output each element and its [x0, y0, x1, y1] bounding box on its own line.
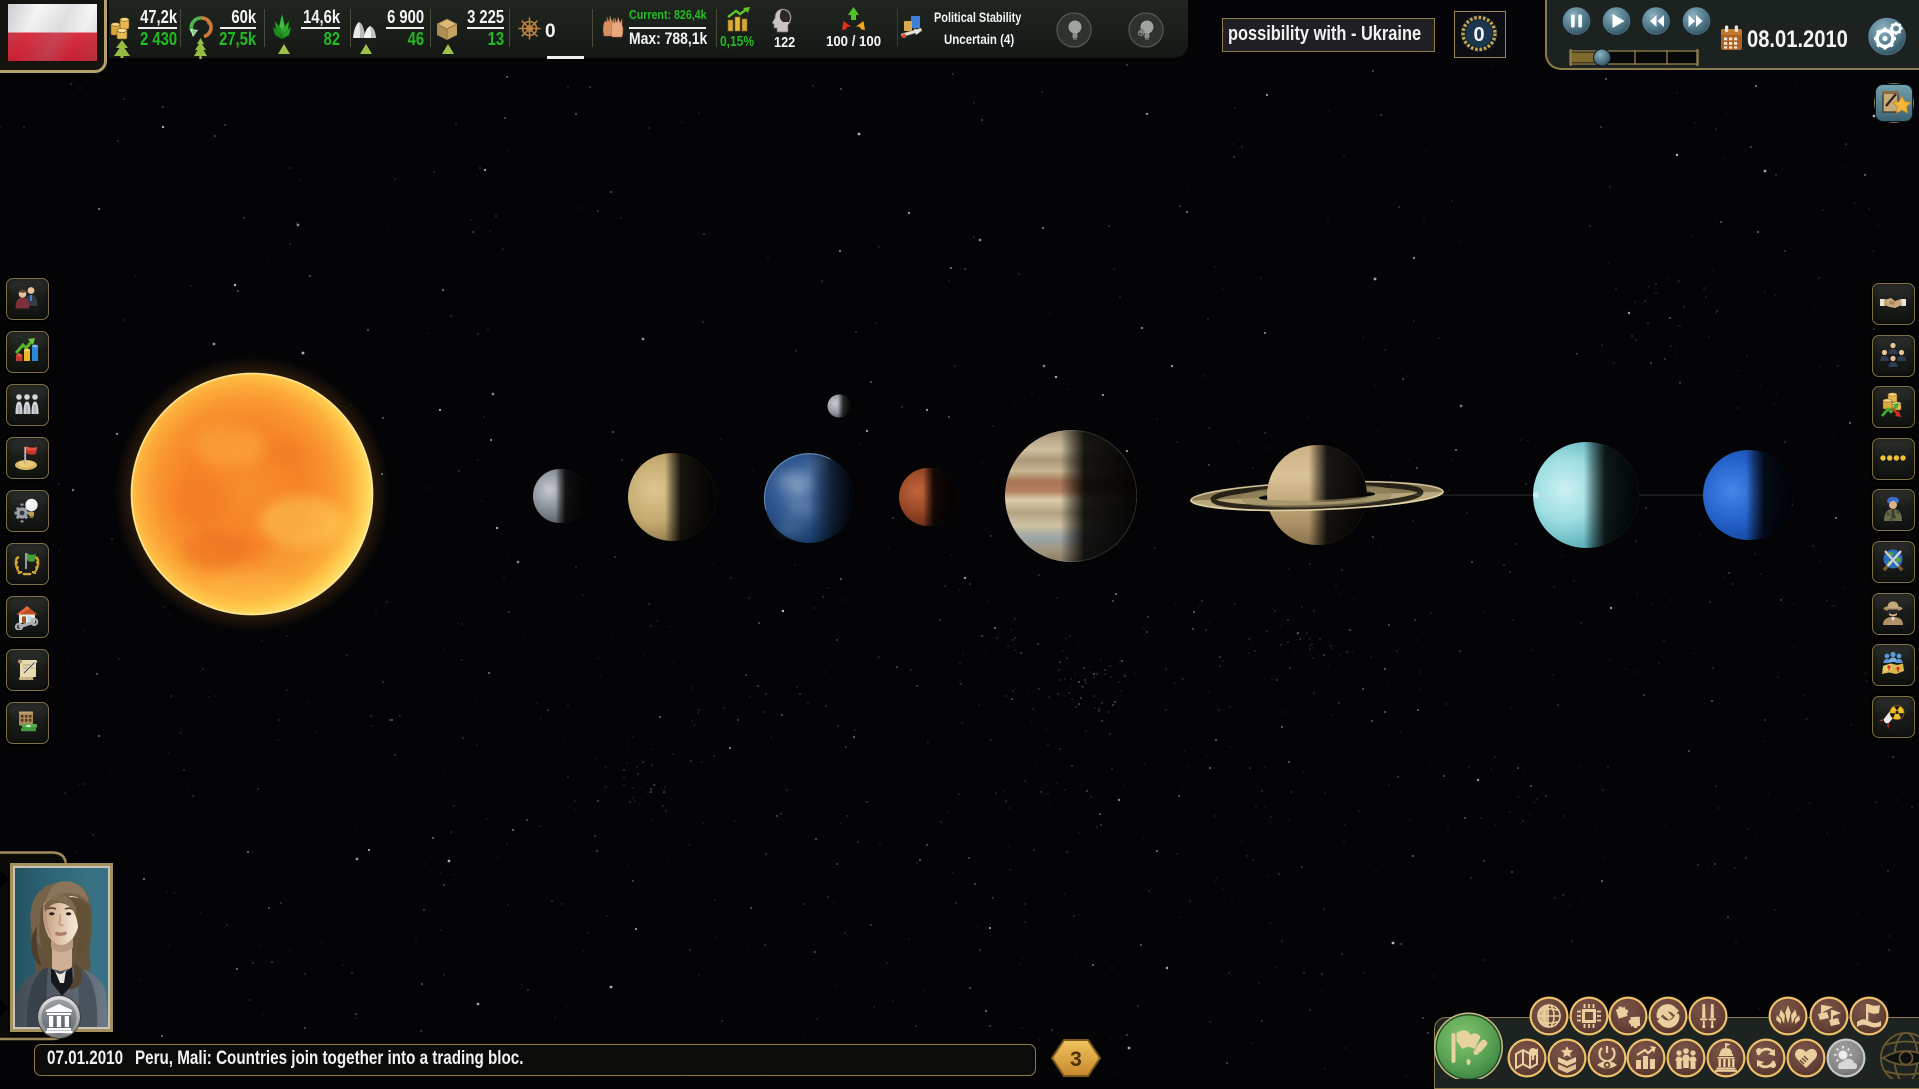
svg-text:0: 0	[1473, 24, 1484, 46]
svg-text:3: 3	[1070, 1048, 1082, 1071]
